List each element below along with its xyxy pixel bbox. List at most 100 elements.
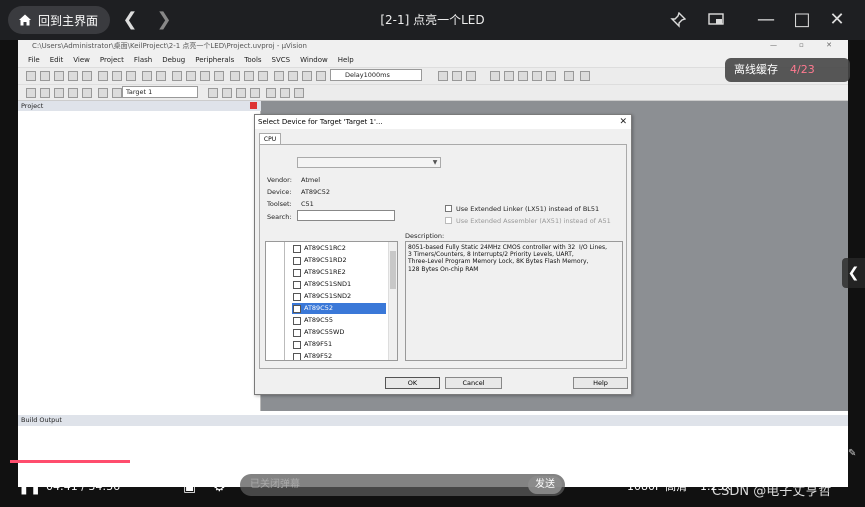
toolbar-1-icon-21[interactable] [438,71,448,81]
target-combo[interactable]: Target 1 [122,86,198,98]
danmu-input[interactable]: 已关闭弹幕 [240,474,565,496]
toolbar-1-icon-12[interactable] [200,71,210,81]
danmu-settings-icon[interactable]: ⚙ [213,470,226,504]
toolbar-1-icon-19[interactable] [302,71,312,81]
toolbar-2-icon-13[interactable] [294,88,304,98]
toolbar-2-icon-9[interactable] [236,88,246,98]
minimize-icon[interactable]: — [753,0,779,40]
offline-cache-chip[interactable]: 离线缓存 4/23 [725,58,850,82]
toolbar-1-icon-4[interactable] [82,71,92,81]
maximize-icon[interactable]: □ [789,0,815,40]
menu-item-flash[interactable]: Flash [134,53,152,67]
toolbar-1-icon-0[interactable] [26,71,36,81]
scrollbar-thumb[interactable] [390,251,396,289]
menu-item-tools[interactable]: Tools [244,53,261,67]
toolbar-2-icon-1[interactable] [40,88,50,98]
toolbar-1-icon-25[interactable] [504,71,514,81]
toolbar-1-icon-10[interactable] [172,71,182,81]
toolbar-1-icon-30[interactable] [580,71,590,81]
help-button[interactable]: Help [573,377,628,389]
toolbar-1-icon-23[interactable] [466,71,476,81]
toolbar-1-icon-8[interactable] [142,71,152,81]
toolbar-1-icon-5[interactable] [98,71,108,81]
toolbar-1-icon-14[interactable] [230,71,240,81]
ok-button[interactable]: OK [385,377,440,389]
device-row[interactable]: AT89C51RE2 [292,267,386,278]
device-row[interactable]: AT89C51SND1 [292,279,386,290]
toolbar-1-icon-17[interactable] [274,71,284,81]
close-icon[interactable]: ✕ [824,0,850,40]
toolbar-1-icon-3[interactable] [68,71,78,81]
toolbar-1-icon-26[interactable] [518,71,528,81]
menu-item-edit[interactable]: Edit [50,53,64,67]
toolbar-1-icon-2[interactable] [54,71,64,81]
quality-button[interactable]: 1080P 高清 [627,470,687,504]
cancel-button[interactable]: Cancel [445,377,502,389]
menu-item-svcs[interactable]: SVCS [272,53,291,67]
toolbar-1-icon-29[interactable] [564,71,574,81]
device-row[interactable]: AT89F52 [292,351,386,360]
side-panel-arrow-icon[interactable]: ❮ [842,258,865,288]
device-row[interactable]: AT89C52 [292,303,386,314]
toolbar-1-icon-20[interactable] [316,71,326,81]
home-button[interactable]: 回到主界面 [8,6,111,34]
device-tree-scrollbar[interactable] [388,242,397,360]
device-row[interactable]: AT89C51SND2 [292,291,386,302]
function-combo[interactable]: Delay1000ms [330,69,422,81]
extended-assembler-checkbox[interactable] [445,217,452,224]
back-icon[interactable]: ❮ [117,0,143,40]
toolbar-2-icon-7[interactable] [208,88,218,98]
forward-icon[interactable]: ❯ [151,0,177,40]
search-input[interactable] [297,210,395,221]
menu-item-help[interactable]: Help [338,53,354,67]
player-top-bar: 回到主界面 ❮ ❯ [2-1] 点亮一个LED — □ ✕ [0,0,865,40]
danmu-toggle-icon[interactable]: ▣ [183,470,196,504]
device-row[interactable]: AT89C55WD [292,327,386,338]
device-tree[interactable]: AT89C51RC2 AT89C51RD2 AT89C51RE2 AT89C51SND… [265,241,398,361]
toolbar-1-icon-16[interactable] [258,71,268,81]
toolbar-2-icon-6[interactable] [112,88,122,98]
toolbar-1-icon-28[interactable] [546,71,556,81]
toolbar-2-icon-2[interactable] [54,88,64,98]
toolbar-2-icon-12[interactable] [280,88,290,98]
pip-icon[interactable] [703,0,729,42]
video-frame[interactable]: C:\Users\Administrator\桌面\KeilProject\2-… [18,40,848,487]
toolbar-2-icon-4[interactable] [82,88,92,98]
device-row[interactable]: AT89C51RC2 [292,243,386,254]
toolbar-1-icon-7[interactable] [126,71,136,81]
toolbar-1-icon-27[interactable] [532,71,542,81]
toolbar-1-icon-13[interactable] [214,71,224,81]
device-row[interactable]: AT89F51 [292,339,386,350]
device-row[interactable]: AT89C55 [292,315,386,326]
toolbar-2-icon-11[interactable] [266,88,276,98]
database-combo[interactable]: ▼ [297,157,441,168]
toolbar-1-icon-9[interactable] [156,71,166,81]
menu-item-project[interactable]: Project [100,53,124,67]
toolbar-1-icon-24[interactable] [490,71,500,81]
toolbar-2-icon-10[interactable] [250,88,260,98]
pin-small-icon[interactable]: ✎ [848,448,856,459]
project-panel-close-icon[interactable] [250,102,257,109]
extended-linker-checkbox[interactable] [445,205,452,212]
menu-item-file[interactable]: File [28,53,40,67]
toolbar-1-icon-6[interactable] [112,71,122,81]
toolbar-2-icon-8[interactable] [222,88,232,98]
toolbar-1-icon-1[interactable] [40,71,50,81]
pin-icon[interactable] [665,0,691,43]
toolbar-1-icon-15[interactable] [244,71,254,81]
pause-icon[interactable]: ❚❚ [18,470,41,504]
toolbar-2-icon-5[interactable] [98,88,108,98]
send-button[interactable]: 发送 [528,476,562,494]
menu-item-window[interactable]: Window [300,53,328,67]
toolbar-2-icon-0[interactable] [26,88,36,98]
device-row[interactable]: AT89C51RD2 [292,255,386,266]
toolbar-1-icon-18[interactable] [288,71,298,81]
toolbar-1-icon-22[interactable] [452,71,462,81]
window-controls[interactable]: — ▫ ✕ [770,41,842,49]
menu-item-peripherals[interactable]: Peripherals [195,53,234,67]
menu-item-view[interactable]: View [73,53,90,67]
menu-item-debug[interactable]: Debug [162,53,185,67]
toolbar-1-icon-11[interactable] [186,71,196,81]
toolbar-2-icon-3[interactable] [68,88,78,98]
dialog-close-icon[interactable]: ✕ [619,115,627,129]
